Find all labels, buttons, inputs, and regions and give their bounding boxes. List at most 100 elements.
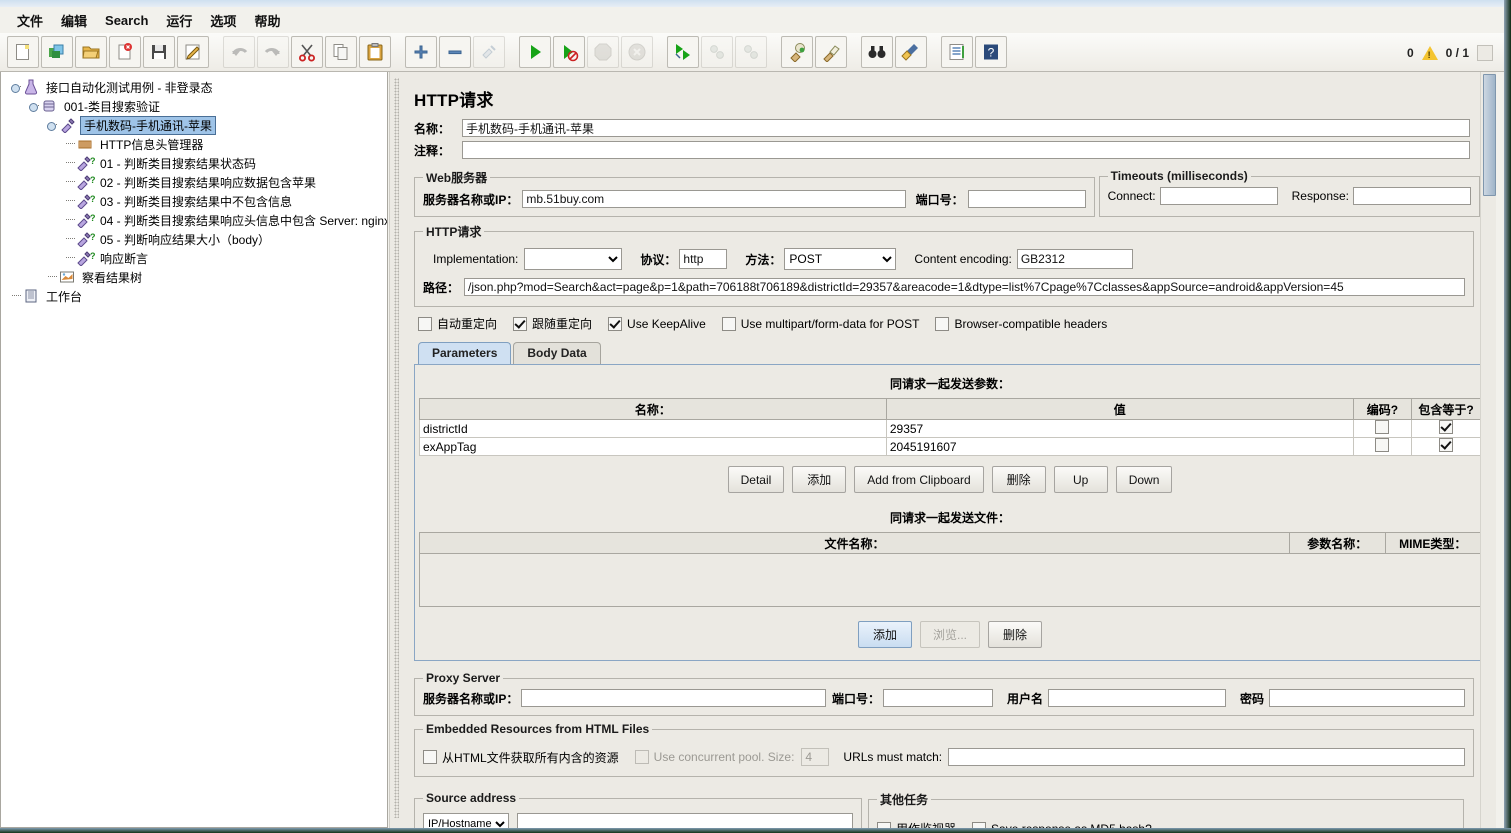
proxy-server-input[interactable] [521,689,826,707]
menu-options[interactable]: 选项 [201,8,245,33]
proxy-port-input[interactable] [882,689,993,707]
browser-compatible-headers-checkbox[interactable]: Browser-compatible headers [935,316,1107,331]
tree-expander-icon[interactable] [47,120,58,131]
concurrent-pool-checkbox[interactable]: Use concurrent pool. Size: [634,750,794,764]
tree-node-4[interactable]: ? 01 - 判断类目搜索结果状态码 [7,154,385,173]
save-as-icon[interactable] [177,36,209,68]
search-binoculars-icon[interactable] [861,36,893,68]
tree-expander-icon[interactable] [29,101,40,112]
parameters-table[interactable]: 名称： 值 编码? 包含等于? districtId 29357 exAppTag 2… [419,398,1481,456]
protocol-input[interactable] [679,249,728,269]
tree-node-6[interactable]: ? 03 - 判断类目搜索结果中不包含信息 [7,192,385,211]
pool-size-input[interactable] [801,748,830,766]
param-encode-cell[interactable] [1352,419,1413,438]
warning-triangle-icon[interactable] [1421,45,1438,60]
new-document-icon[interactable] [7,36,39,68]
param-encode-cell[interactable] [1352,437,1413,456]
close-document-icon[interactable] [109,36,141,68]
checkbox-box-icon[interactable] [1375,438,1390,452]
tree-node-2[interactable]: 手机数码-手机通讯-苹果 [7,116,385,135]
tree-node-8[interactable]: ? 05 - 判断响应结果大小（body） [7,230,385,249]
checkbox-box-icon[interactable] [1375,420,1390,434]
col-file-name[interactable]: 文件名称： [418,532,1291,554]
tree-node-5[interactable]: ? 02 - 判断类目搜索结果响应数据包含苹果 [7,173,385,192]
param-value-cell[interactable]: 2045191607 [885,437,1354,456]
proxy-username-input[interactable] [1047,689,1226,707]
connect-timeout-input[interactable] [1159,187,1278,205]
col-param-name[interactable]: 名称： [419,398,887,420]
tree-node-11[interactable]: 工作台 [7,287,385,306]
test-plan-tree[interactable]: 接口自动化测试用例 - 非登录态 001-类目搜索验证 手机数码-手机通讯-苹果 HT… [0,72,388,828]
clear-icon[interactable] [781,36,813,68]
table-row[interactable]: exAppTag 2045191607 [419,437,1481,456]
follow-redirects-checkbox[interactable]: 跟随重定向 [513,315,592,332]
urls-must-match-input[interactable] [948,748,1465,766]
param-value-cell[interactable]: 29357 [885,419,1354,438]
tree-node-3[interactable]: HTTP信息头管理器 [7,135,385,154]
tree-node-10[interactable]: 察看结果树 [7,268,385,287]
col-param-value[interactable]: 值 [885,398,1354,420]
path-input[interactable] [464,278,1465,296]
function-helper-icon[interactable] [941,36,973,68]
checkbox-box-icon[interactable] [1439,438,1454,452]
param-name-cell[interactable]: exAppTag [419,437,887,456]
expand-plus-icon[interactable] [405,36,437,68]
save-icon[interactable] [143,36,175,68]
main-vertical-scrollbar[interactable] [1480,72,1496,833]
implementation-select[interactable] [524,248,623,270]
content-encoding-input[interactable] [1016,249,1133,269]
param-down-button[interactable]: Down [1115,466,1173,493]
use-keepalive-checkbox[interactable]: Use KeepAlive [608,316,706,331]
tree-node-0[interactable]: 接口自动化测试用例 - 非登录态 [7,78,385,97]
server-name-input[interactable] [522,190,906,208]
start-no-timers-icon[interactable] [553,36,585,68]
table-row[interactable]: districtId 29357 [419,419,1481,438]
scrollbar-thumb[interactable] [1483,74,1496,196]
menu-search[interactable]: Search [96,10,157,31]
open-folder-icon[interactable] [75,36,107,68]
auto-redirect-checkbox[interactable]: 自动重定向 [418,315,497,332]
response-timeout-input[interactable] [1353,187,1471,205]
col-file-mime-type[interactable]: MIME类型： [1384,532,1481,554]
port-input[interactable] [967,190,1086,208]
start-play-icon[interactable] [519,36,551,68]
remote-start-all-icon[interactable] [667,36,699,68]
col-param-encode[interactable]: 编码? [1352,398,1413,420]
help-book-icon[interactable]: ? [975,36,1007,68]
collapse-minus-icon[interactable] [439,36,471,68]
templates-icon[interactable] [41,36,73,68]
copy-icon[interactable] [325,36,357,68]
param-name-cell[interactable]: districtId [419,419,887,438]
paste-clipboard-icon[interactable] [359,36,391,68]
file-delete-button[interactable]: 删除 [988,621,1042,648]
col-param-include-equals[interactable]: 包含等于? [1411,398,1481,420]
tab-parameters[interactable]: Parameters [418,342,512,364]
col-file-param-name[interactable]: 参数名称： [1289,532,1386,554]
tree-expander-icon[interactable] [11,82,22,93]
use-multipart-checkbox[interactable]: Use multipart/form-data for POST [721,316,919,331]
proxy-password-input[interactable] [1269,689,1465,707]
files-table[interactable]: 文件名称： 参数名称： MIME类型： [418,532,1481,554]
param-up-button[interactable]: Up [1053,466,1108,493]
expander-knob-icon[interactable] [29,103,38,112]
split-pane-divider[interactable] [389,72,405,828]
param-add-from-clipboard-button[interactable]: Add from Clipboard [854,466,984,493]
tree-node-7[interactable]: ? 04 - 判断类目搜索结果响应头信息中包含 Server: nginx [7,211,387,230]
param-add-button[interactable]: 添加 [792,466,847,493]
search-reset-broom-icon[interactable] [895,36,927,68]
expander-knob-icon[interactable] [11,84,20,93]
tree-node-9[interactable]: ? 响应断言 [7,249,385,268]
menu-file[interactable]: 文件 [8,8,52,33]
param-delete-button[interactable]: 删除 [991,466,1046,493]
comment-input[interactable] [462,141,1470,159]
clear-all-icon[interactable] [815,36,847,68]
retrieve-embedded-checkbox[interactable]: 从HTML文件获取所有内含的资源 [423,749,619,766]
tab-body-data[interactable]: Body Data [513,342,601,364]
tree-node-1[interactable]: 001-类目搜索验证 [7,97,385,116]
param-include-equals-cell[interactable] [1411,437,1481,456]
file-add-button[interactable]: 添加 [857,621,912,648]
files-empty-body[interactable] [419,554,1481,607]
param-include-equals-cell[interactable] [1411,419,1481,438]
cut-scissors-icon[interactable] [291,36,323,68]
checkbox-box-icon[interactable] [1439,420,1454,434]
